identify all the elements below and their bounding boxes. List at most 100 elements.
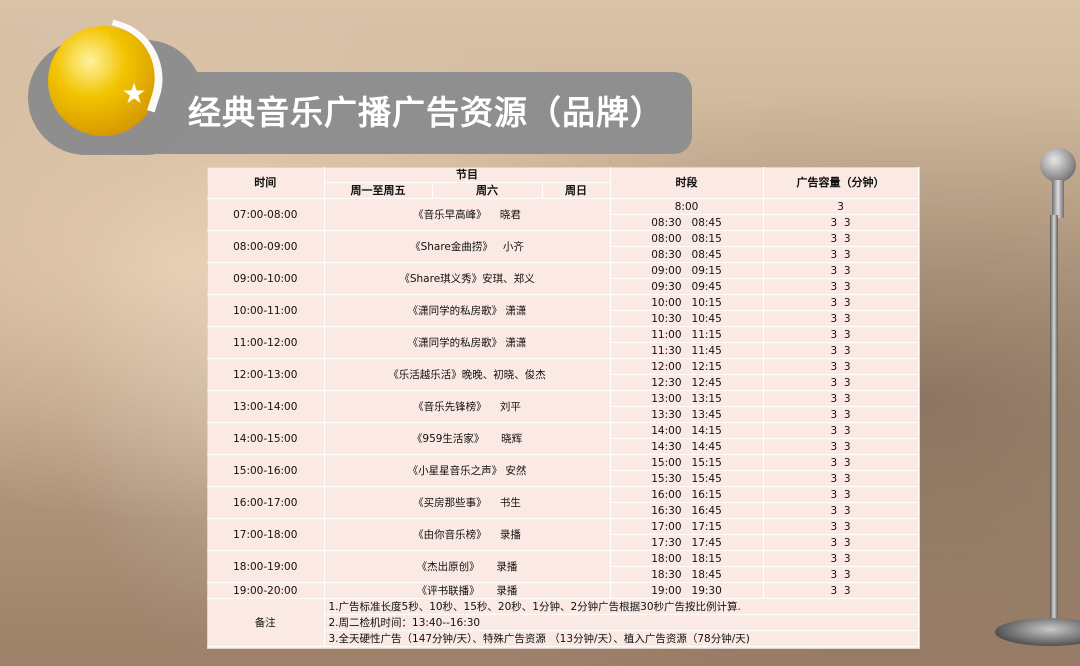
slot-cell: 8:00 [610,198,764,215]
slot-cell: 11:00 11:15 [610,326,764,343]
slot-cell: 17:30 17:45 [610,534,764,551]
table-row: 12:00-13:00 《乐活越乐活》晚晚、初晓、俊杰 12:00 12:15 3 3 [207,358,919,391]
time-cell: 13:00-14:00 [207,390,325,423]
capacity-cell: 3 3 [763,582,919,599]
table-row: 13:00-14:00 《音乐先锋榜》 刘平 13:00 13:15 3 3 [207,390,919,423]
star-icon: ★ [121,77,147,110]
capacity-cell: 3 3 [763,486,919,503]
capacity-cell: 3 3 [763,278,919,295]
slot-cell: 15:00 15:15 [610,454,764,471]
capacity-cell: 3 3 [763,534,919,551]
program-cell: 《买房那些事》 书生 [324,486,611,519]
table-row: 15:00-16:00 《小星星音乐之声》 安然 15:00 15:15 3 3 [207,454,919,487]
table-row: 10:00-11:00 《潇同学的私房歌》 潇潇 10:00 10:15 3 3 [207,294,919,327]
slot-cell: 11:30 11:45 [610,342,764,359]
capacity-cell: 3 [763,198,919,215]
capacity-cell: 3 3 [763,406,919,423]
program-cell: 《音乐早高峰》 晓君 [324,198,611,231]
capacity-cell: 3 3 [763,518,919,535]
time-cell: 19:00-20:00 [207,582,325,599]
capacity-cell: 3 3 [763,470,919,487]
time-cell: 17:00-18:00 [207,518,325,551]
table-row: 08:00-09:00 《Share金曲捞》 小齐 08:00 08:15 3 3 [207,230,919,263]
slot-cell: 16:30 16:45 [610,502,764,519]
capacity-cell: 3 3 [763,310,919,327]
notes-label: 备注 [207,598,325,647]
capacity-cell: 3 3 [763,374,919,391]
microphone-base [995,618,1080,646]
header-capacity: 广告容量（分钟） [763,167,919,199]
table-row: 16:00-17:00 《买房那些事》 书生 16:00 16:15 3 3 [207,486,919,519]
header-time: 时间 [207,167,325,199]
microphone-stand [1050,215,1058,625]
header-saturday: 周六 [432,182,543,199]
notes-row: 备注 1.广告标准长度5秒、10秒、15秒、20秒、1分钟、2分钟广告根据30秒广… [207,598,919,647]
time-cell: 08:00-09:00 [207,230,325,263]
slot-cell: 10:30 10:45 [610,310,764,327]
slot-cell: 17:00 17:15 [610,518,764,535]
header-sunday: 周日 [542,182,611,199]
microphone-neck [1052,180,1064,218]
capacity-cell: 3 3 [763,390,919,407]
table-row: 07:00-08:00 《音乐早高峰》 晓君 8:00 3 [207,198,919,231]
slot-cell: 13:30 13:45 [610,406,764,423]
table-row: 14:00-15:00 《959生活家》 晓辉 14:00 14:15 3 3 [207,422,919,455]
table-row: 17:00-18:00 《由你音乐榜》 录播 17:00 17:15 3 3 [207,518,919,551]
capacity-cell: 3 3 [763,262,919,279]
time-cell: 10:00-11:00 [207,294,325,327]
time-cell: 12:00-13:00 [207,358,325,391]
slot-cell: 14:30 14:45 [610,438,764,455]
time-cell: 15:00-16:00 [207,454,325,487]
note-line: 3.全天硬性广告（147分钟/天）、特殊广告资源 （13分钟/天）、植入广告资源… [324,630,919,647]
time-cell: 14:00-15:00 [207,422,325,455]
program-cell: 《评书联播》 录播 [324,582,611,599]
capacity-cell: 3 3 [763,230,919,247]
program-cell: 《乐活越乐活》晚晚、初晓、俊杰 [324,358,611,391]
capacity-cell: 3 3 [763,342,919,359]
capacity-cell: 3 3 [763,294,919,311]
time-cell: 16:00-17:00 [207,486,325,519]
table-row: 11:00-12:00 《潇同学的私房歌》 潇潇 11:00 11:15 3 3 [207,326,919,359]
program-cell: 《Share琪义秀》安琪、郑义 [324,262,611,295]
slot-cell: 16:00 16:15 [610,486,764,503]
capacity-cell: 3 3 [763,326,919,343]
note-line: 2.周二检机时间：13:40--16:30 [324,614,919,631]
slot-cell: 08:00 08:15 [610,230,764,247]
slot-cell: 18:30 18:45 [610,566,764,583]
ad-resource-table: 时间 节目 时段 广告容量（分钟） 周一至周五 周六 周日 07:00-08:0… [207,167,919,647]
header-program: 节目 [324,167,611,183]
time-cell: 09:00-10:00 [207,262,325,295]
table-row: 19:00-20:00 《评书联播》 录播 19:00 19:30 3 3 [207,582,919,599]
capacity-cell: 3 3 [763,454,919,471]
capacity-cell: 3 3 [763,502,919,519]
table-row: 18:00-19:00 《杰出原创》 录播 18:00 18:15 3 3 [207,550,919,583]
slot-cell: 18:00 18:15 [610,550,764,567]
page-title: 经典音乐广播广告资源（品牌） [188,93,664,132]
capacity-cell: 3 3 [763,358,919,375]
capacity-cell: 3 3 [763,438,919,455]
slot-cell: 15:30 15:45 [610,470,764,487]
time-cell: 07:00-08:00 [207,198,325,231]
microphone-icon [1040,148,1076,182]
slot-cell: 14:00 14:15 [610,422,764,439]
table-row: 09:00-10:00 《Share琪义秀》安琪、郑义 09:00 09:15 3 3 [207,262,919,295]
slot-cell: 09:00 09:15 [610,262,764,279]
program-cell: 《潇同学的私房歌》 潇潇 [324,326,611,359]
header-weekdays: 周一至周五 [324,182,433,199]
capacity-cell: 3 3 [763,422,919,439]
note-line: 1.广告标准长度5秒、10秒、15秒、20秒、1分钟、2分钟广告根据30秒广告按… [324,598,919,615]
capacity-cell: 3 3 [763,214,919,231]
slot-cell: 12:30 12:45 [610,374,764,391]
program-cell: 《Share金曲捞》 小齐 [324,230,611,263]
program-cell: 《杰出原创》 录播 [324,550,611,583]
time-cell: 18:00-19:00 [207,550,325,583]
slot-cell: 09:30 09:45 [610,278,764,295]
slot-cell: 12:00 12:15 [610,358,764,375]
capacity-cell: 3 3 [763,566,919,583]
slot-cell: 10:00 10:15 [610,294,764,311]
slot-cell: 08:30 08:45 [610,246,764,263]
capacity-cell: 3 3 [763,246,919,263]
slot-cell: 08:30 08:45 [610,214,764,231]
header-slot: 时段 [610,167,764,199]
slot-cell: 13:00 13:15 [610,390,764,407]
